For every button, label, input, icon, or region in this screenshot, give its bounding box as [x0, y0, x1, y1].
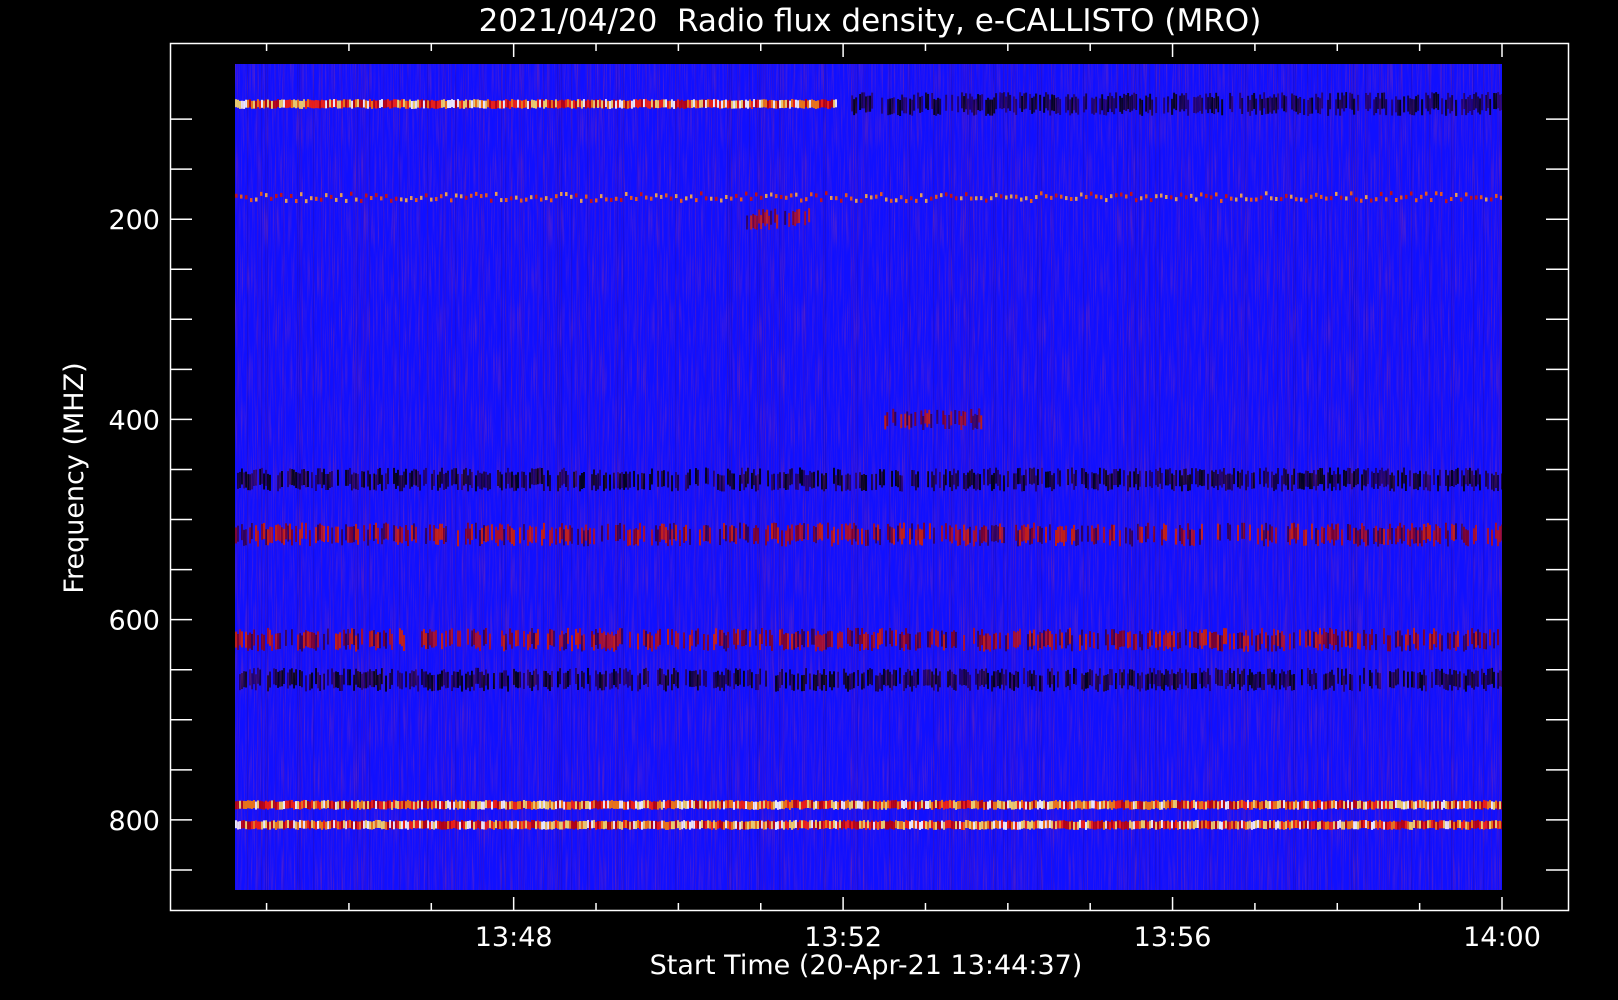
x-tick-label: 14:00 [1463, 922, 1541, 953]
chart-title: 2021/04/20 Radio flux density, e-CALLIST… [479, 3, 1262, 39]
y-tick-label: 400 [108, 405, 160, 436]
y-tick-label: 200 [108, 205, 160, 236]
y-axis-label: Frequency (MHZ) [59, 362, 90, 593]
spectrogram-figure: 2021/04/20 Radio flux density, e-CALLIST… [0, 0, 1618, 1000]
x-tick-label: 13:56 [1134, 922, 1212, 953]
x-tick-label: 13:52 [804, 922, 882, 953]
y-tick-label: 800 [108, 806, 160, 837]
noise-texture [235, 64, 1502, 890]
y-tick-label: 600 [108, 606, 160, 637]
spectrogram-area [235, 64, 1502, 890]
x-tick-label: 13:48 [475, 922, 553, 953]
x-axis-label: Start Time (20-Apr-21 13:44:37) [650, 950, 1083, 981]
